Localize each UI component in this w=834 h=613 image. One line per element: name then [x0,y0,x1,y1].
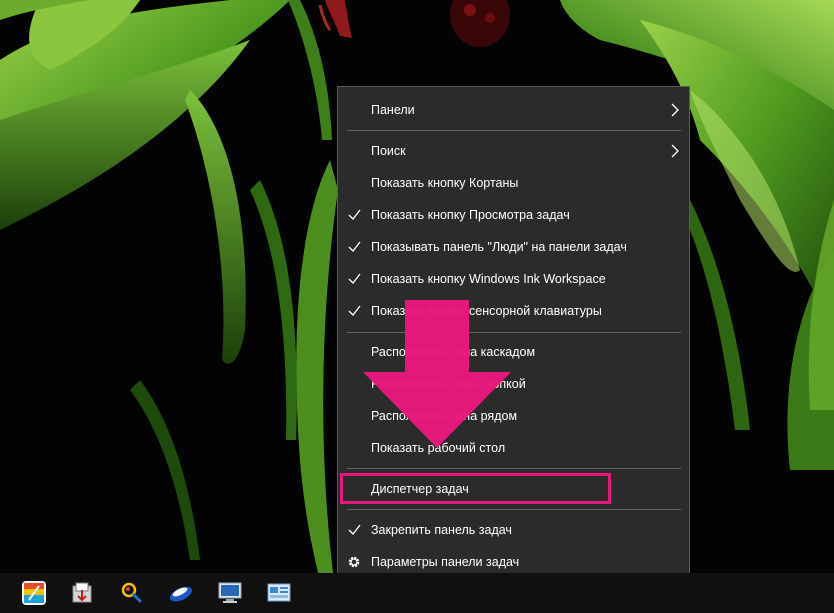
chevron-right-icon [671,103,679,117]
installer-app-icon[interactable] [70,580,96,606]
checkmark-icon [348,305,361,316]
menu-item-show-people-on-taskbar[interactable]: Показывать панель "Люди" на панели задач [338,232,689,262]
checkmark-icon [348,273,361,284]
menu-item-show-cortana-button[interactable]: Показать кнопку Кортаны [338,168,689,198]
blue-lens-app-icon[interactable] [168,580,194,606]
menu-item-label: Показать кнопку Просмотра задач [371,208,570,222]
gear-icon [348,556,360,568]
checkmark-icon [348,524,361,535]
menu-item-label: Показывать панель "Люди" на панели задач [371,240,627,254]
desktop-screen: Панели Поиск Показать кнопку Кортаны Пок… [0,0,834,613]
menu-item-label: Закрепить панель задач [371,523,512,537]
menu-separator [347,468,681,469]
chevron-right-icon [671,144,679,158]
menu-separator [347,130,681,131]
menu-item-show-task-view-button[interactable]: Показать кнопку Просмотра задач [338,200,689,230]
menu-item-label: Показать кнопку Кортаны [371,176,519,190]
menu-item-toolbars[interactable]: Панели [338,95,689,125]
menu-item-label: Панели [371,103,415,117]
task-manager-highlight-frame [340,473,611,504]
checkmark-icon [348,209,361,220]
taskbar [0,573,834,613]
bluestacks-app-icon[interactable] [21,580,47,606]
monitor-app-icon[interactable] [217,580,243,606]
menu-item-search[interactable]: Поиск [338,136,689,166]
arrow-down-icon [363,300,511,448]
menu-separator [347,509,681,510]
magnifier-tool-app-icon[interactable] [119,580,145,606]
menu-item-show-windows-ink-button[interactable]: Показать кнопку Windows Ink Workspace [338,264,689,294]
checkmark-icon [348,241,361,252]
control-panel-app-icon[interactable] [266,580,292,606]
menu-item-label: Поиск [371,144,406,158]
menu-item-lock-taskbar[interactable]: Закрепить панель задач [338,515,689,545]
menu-item-label: Показать кнопку Windows Ink Workspace [371,272,606,286]
